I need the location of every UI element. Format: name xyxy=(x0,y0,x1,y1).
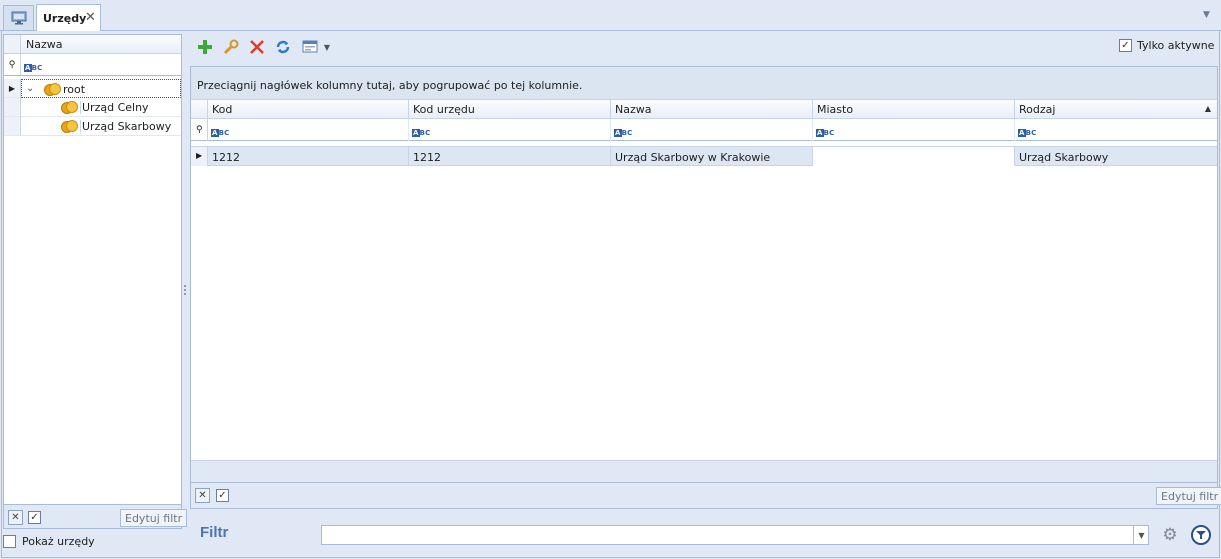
coins-icon xyxy=(44,83,61,96)
filter-input[interactable] xyxy=(321,525,1149,545)
tree-item-label: Urząd Skarbowy xyxy=(80,120,172,133)
tree-row-urzad-celny[interactable]: Urząd Celny xyxy=(4,98,181,117)
add-icon[interactable] xyxy=(196,39,213,56)
export-icon[interactable]: ▼ xyxy=(300,39,332,56)
summary-row xyxy=(191,460,1217,482)
close-icon[interactable]: ✕ xyxy=(85,10,96,25)
chevron-down-icon[interactable]: ⌄ xyxy=(26,83,34,94)
column-header-miasto[interactable]: Miasto xyxy=(813,100,1015,119)
tab-urzedy[interactable]: Urzędy ✕ xyxy=(36,4,101,32)
filter-cell-nazwa[interactable]: ABC xyxy=(21,54,181,76)
column-header-rodzaj[interactable]: Rodzaj ▲ xyxy=(1015,100,1217,119)
tree-row-root[interactable]: ▶ ⌄ root xyxy=(4,79,181,98)
grid-corner xyxy=(191,100,208,119)
show-offices-toggle[interactable]: Pokaż urzędy xyxy=(3,535,95,548)
chevron-down-icon: ▼ xyxy=(1138,530,1145,540)
delete-icon[interactable] xyxy=(248,39,265,56)
text-filter-icon: ABC xyxy=(1018,129,1037,137)
only-active-label: Tylko aktywne xyxy=(1137,39,1215,52)
filter-row-icon: ⚲ xyxy=(4,54,21,76)
edit-filter-button[interactable]: Edytuj filtr xyxy=(120,509,188,527)
toolbar: ▼ xyxy=(196,38,332,56)
only-active-toggle[interactable]: ✓ Tylko aktywne xyxy=(1119,39,1214,52)
table-row[interactable]: ▶ 1212 1212 Urząd Skarbowy w Krakowie Ur… xyxy=(191,146,1217,166)
filter-cell-kod-urzedu[interactable]: ABC xyxy=(409,119,611,141)
clear-filter-button[interactable]: ✕ xyxy=(195,488,210,503)
clear-filter-button[interactable]: ✕ xyxy=(8,510,23,525)
only-active-checkbox[interactable]: ✓ xyxy=(1119,39,1132,52)
refresh-icon[interactable] xyxy=(274,39,291,56)
filter-dropdown-button[interactable]: ▼ xyxy=(1133,525,1149,545)
cell-rodzaj[interactable]: Urząd Skarbowy xyxy=(1015,147,1217,166)
filter-enabled-checkbox[interactable]: ✓ xyxy=(216,489,229,502)
text-filter-icon: ABC xyxy=(614,129,633,137)
sort-ascending-icon: ▲ xyxy=(1204,104,1211,113)
filter-enabled-checkbox[interactable]: ✓ xyxy=(28,511,41,524)
cell-kod[interactable]: 1212 xyxy=(208,147,409,166)
monitor-icon xyxy=(11,11,26,25)
tab-home[interactable] xyxy=(3,5,34,30)
column-header-kod[interactable]: Kod xyxy=(208,100,409,119)
row-indicator xyxy=(4,98,21,117)
row-indicator-icon: ▶ xyxy=(191,147,208,166)
cell-nazwa[interactable]: Urząd Skarbowy w Krakowie xyxy=(611,147,813,166)
row-indicator-icon: ▶ xyxy=(4,79,21,98)
filter-cell-kod[interactable]: ABC xyxy=(208,119,409,141)
tab-strip xyxy=(0,0,1221,31)
funnel-icon[interactable] xyxy=(1191,525,1211,545)
edit-filter-button[interactable]: Edytuj filtr xyxy=(1156,487,1221,505)
coins-icon xyxy=(61,120,78,133)
filter-label: Filtr xyxy=(200,524,229,541)
filter-cell-rodzaj[interactable]: ABC xyxy=(1015,119,1217,141)
tree-row-urzad-skarbowy[interactable]: Urząd Skarbowy xyxy=(4,117,181,136)
filter-row-icon: ⚲ xyxy=(191,119,208,141)
column-header-kod-urzedu[interactable]: Kod urzędu xyxy=(409,100,611,119)
column-header-nazwa[interactable]: Nazwa xyxy=(611,100,813,119)
coins-icon xyxy=(61,101,78,114)
splitter-handle[interactable] xyxy=(184,285,187,301)
tab-label: Urzędy xyxy=(43,12,87,25)
cell-miasto[interactable] xyxy=(813,147,1015,166)
column-label: Rodzaj xyxy=(1019,103,1056,116)
text-filter-icon: ABC xyxy=(24,64,43,72)
grid-corner xyxy=(4,35,21,54)
tree-item-label: Urząd Celny xyxy=(80,101,149,114)
chevron-down-icon[interactable]: ▼ xyxy=(1203,10,1215,20)
text-filter-icon: ABC xyxy=(816,129,835,137)
gear-icon[interactable]: ⚙ xyxy=(1160,525,1180,545)
tree-item-label: root xyxy=(63,83,86,96)
wrench-icon[interactable] xyxy=(222,39,239,56)
grid-filter-footer: ✕ ✓ Edytuj filtr xyxy=(190,483,1221,509)
filter-cell-miasto[interactable]: ABC xyxy=(813,119,1015,141)
show-offices-label: Pokaż urzędy xyxy=(22,535,95,548)
grid-header-row: Kod Kod urzędu Nazwa Miasto Rodzaj ▲ xyxy=(191,100,1217,119)
group-by-panel[interactable]: Przeciągnij nagłówek kolumny tutaj, aby … xyxy=(191,67,1217,100)
row-indicator xyxy=(4,117,21,136)
left-filter-footer: ✕ ✓ Edytuj filtr xyxy=(3,505,188,529)
text-filter-icon: ABC xyxy=(412,129,431,137)
cell-kod-urzedu[interactable]: 1212 xyxy=(409,147,611,166)
text-filter-icon: ABC xyxy=(211,129,230,137)
grid-filter-row: ⚲ ABC ABC ABC ABC ABC xyxy=(191,119,1217,141)
column-header-nazwa[interactable]: Nazwa xyxy=(21,35,181,54)
filter-cell-nazwa[interactable]: ABC xyxy=(611,119,813,141)
offices-tree: Nazwa ⚲ ABC ▶ ⌄ root Urząd Celny Urząd S… xyxy=(3,34,182,505)
show-offices-checkbox[interactable] xyxy=(3,535,16,548)
offices-grid: Przeciągnij nagłówek kolumny tutaj, aby … xyxy=(190,66,1218,483)
chevron-down-icon[interactable]: ▼ xyxy=(324,43,330,52)
